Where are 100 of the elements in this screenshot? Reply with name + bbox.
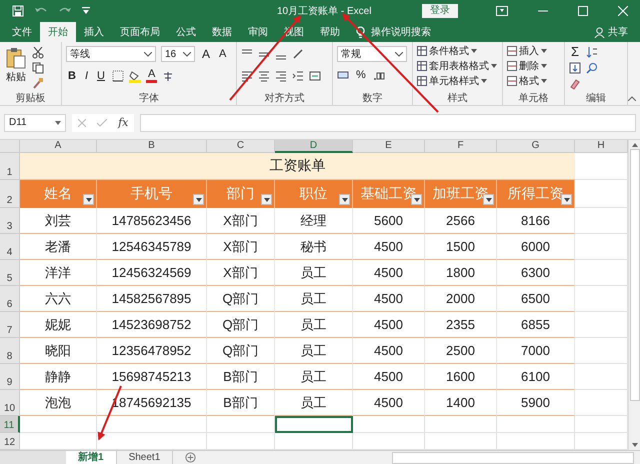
merge-icon[interactable]: [309, 70, 321, 82]
orientation-icon[interactable]: [292, 48, 304, 60]
font-style-button[interactable]: U: [95, 69, 107, 83]
sort-icon[interactable]: [586, 46, 598, 58]
brush-icon[interactable]: [32, 77, 44, 89]
fill-color-icon[interactable]: [128, 70, 141, 82]
font-style-button[interactable]: I: [82, 69, 90, 83]
horizontal-align-icon[interactable]: [275, 70, 287, 82]
ribbon-tab[interactable]: 帮助: [312, 22, 348, 42]
tell-me-search[interactable]: 操作说明搜索: [371, 22, 431, 42]
insert-function-button[interactable]: fx: [118, 116, 128, 129]
row-header[interactable]: 9: [0, 364, 20, 390]
selected-cell[interactable]: [275, 416, 353, 433]
style-menu-button[interactable]: 单元格样式: [417, 74, 498, 88]
column-header[interactable]: D: [275, 140, 353, 153]
table-cell: B部门: [207, 390, 275, 416]
font-color-button[interactable]: A: [146, 69, 158, 83]
row-header[interactable]: 6: [0, 286, 20, 312]
style-menu-button[interactable]: 套用表格格式: [417, 59, 498, 73]
table-cell: 员工: [275, 390, 353, 416]
horizontal-scrollbar[interactable]: [392, 452, 634, 464]
filter-button[interactable]: [561, 194, 572, 205]
ribbon-tab[interactable]: 审阅: [240, 22, 276, 42]
ribbon-display-icon[interactable]: [496, 6, 508, 16]
filter-button[interactable]: [339, 194, 350, 205]
formula-input[interactable]: [140, 114, 636, 132]
scroll-up-icon[interactable]: [632, 143, 638, 147]
ribbon-tab[interactable]: 开始: [40, 22, 76, 42]
search-icon[interactable]: [586, 62, 598, 74]
copy-icon[interactable]: [32, 62, 44, 74]
ribbon-tab[interactable]: 页面布局: [112, 22, 168, 42]
decrease-font-button[interactable]: A: [217, 47, 228, 61]
currency-icon[interactable]: [337, 69, 349, 81]
cell-icon: [507, 76, 517, 86]
table-cell: 14582567895: [97, 286, 207, 312]
style-menu-button[interactable]: 条件格式: [417, 44, 498, 58]
table-cell: X部门: [207, 208, 275, 234]
scissors-icon[interactable]: [32, 47, 44, 59]
table-cell: 14785623456: [97, 208, 207, 234]
row-header[interactable]: 2: [0, 180, 20, 208]
cell-menu-button[interactable]: 删除: [507, 59, 560, 73]
row-header[interactable]: 7: [0, 312, 20, 338]
eraser-icon[interactable]: [569, 78, 581, 90]
column-header[interactable]: E: [353, 140, 425, 153]
number-format-dropdown[interactable]: 常规: [337, 46, 407, 62]
column-header[interactable]: C: [207, 140, 275, 153]
share-button[interactable]: 共享: [608, 22, 628, 42]
horizontal-align-icon[interactable]: [258, 70, 270, 82]
add-sheet-icon[interactable]: [185, 452, 196, 463]
autosum-button[interactable]: Σ: [569, 44, 582, 58]
cell-menu-button[interactable]: 格式: [507, 74, 560, 88]
ribbon-tab[interactable]: 插入: [76, 22, 112, 42]
indent-icon[interactable]: [292, 70, 304, 82]
column-header[interactable]: G: [497, 140, 575, 153]
ribbon-tab[interactable]: 公式: [168, 22, 204, 42]
fill-down-icon[interactable]: [569, 62, 581, 74]
cell-menu-button[interactable]: 插入: [507, 44, 560, 58]
customize-icon[interactable]: [82, 7, 90, 15]
row-header[interactable]: 10: [0, 390, 20, 416]
ribbon-tab[interactable]: 数据: [204, 22, 240, 42]
scroll-down-icon[interactable]: [632, 443, 638, 447]
row-header[interactable]: 4: [0, 234, 20, 260]
row-header[interactable]: 5: [0, 260, 20, 286]
font-size-dropdown[interactable]: 16: [161, 46, 195, 62]
font-style-button[interactable]: B: [66, 69, 78, 83]
collapse-ribbon-icon[interactable]: [628, 96, 636, 101]
cell-icon: [507, 46, 517, 56]
phonetic-icon[interactable]: [162, 70, 174, 82]
border-icon[interactable]: [112, 70, 124, 82]
name-box[interactable]: D11: [4, 114, 66, 132]
percent-button[interactable]: %: [354, 68, 368, 82]
maximize-icon[interactable]: [578, 6, 588, 16]
sheet-tab[interactable]: Sheet1: [116, 451, 174, 464]
row-header[interactable]: 11: [0, 416, 20, 433]
column-header[interactable]: F: [425, 140, 497, 153]
row-header[interactable]: 12: [0, 433, 20, 450]
column-header[interactable]: H: [575, 140, 628, 153]
filter-button[interactable]: [83, 194, 94, 205]
horizontal-align-icon[interactable]: [241, 70, 253, 82]
filter-button[interactable]: [261, 194, 272, 205]
paste-button[interactable]: 粘贴: [4, 45, 28, 93]
save-icon[interactable]: [12, 5, 24, 17]
login-button[interactable]: 登录: [422, 4, 458, 18]
check-icon[interactable]: [96, 118, 107, 126]
font-name-dropdown[interactable]: 等线: [66, 46, 156, 62]
sheet-tab[interactable]: 新增1: [66, 451, 117, 464]
filter-button[interactable]: [193, 194, 204, 205]
table-cell: 1400: [425, 390, 497, 416]
table-cell: 员工: [275, 286, 353, 312]
vertical-scrollbar[interactable]: [628, 140, 640, 450]
column-header[interactable]: A: [20, 140, 97, 153]
table-cell: 员工: [275, 364, 353, 390]
row-header[interactable]: 3: [0, 208, 20, 234]
close-icon[interactable]: [618, 6, 628, 16]
row-header[interactable]: 1: [0, 153, 20, 180]
row-header[interactable]: 8: [0, 338, 20, 364]
increase-font-button[interactable]: A: [200, 47, 212, 61]
table-cell: X部门: [207, 234, 275, 260]
column-header[interactable]: B: [97, 140, 207, 153]
ribbon-tab[interactable]: 文件: [4, 22, 40, 42]
